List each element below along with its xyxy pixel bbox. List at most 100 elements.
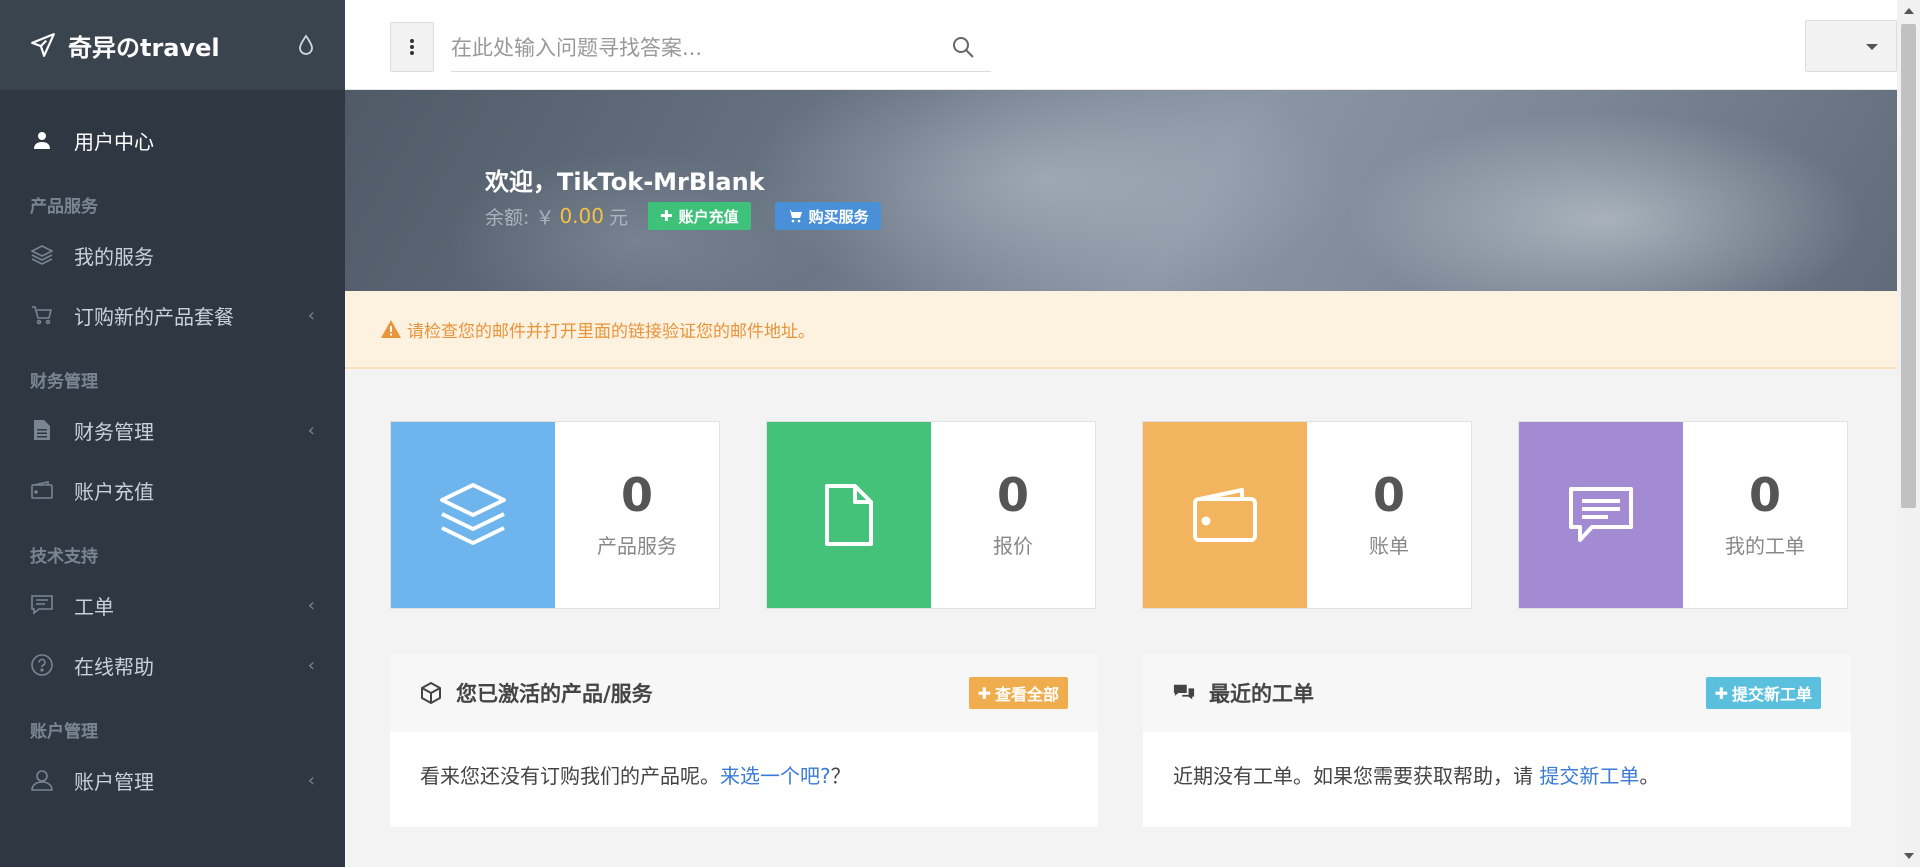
panel-text-suffix: 。 [1639,764,1660,788]
view-all-button[interactable]: ✚ 查看全部 [968,677,1068,709]
chevron-left-icon: ‹ [307,594,315,616]
more-menu-button[interactable] [390,22,434,72]
theme-drop-icon[interactable] [297,34,315,56]
panel-text-suffix: ？ [830,764,851,788]
sidebar-item-label: 在线帮助 [74,654,154,679]
stat-label: 报价 [993,533,1033,558]
stat-value: 0 [996,467,1029,522]
stat-value: 0 [1748,467,1781,522]
sidebar-item-label: 订购新的产品套餐 [74,304,234,329]
stat-icon-block [1143,422,1307,608]
stat-icon-block [1519,422,1683,608]
stat-info: 0 报价 [931,422,1095,608]
panel-body: 看来您还没有订购我们的产品呢。来选一个吧?？ [390,732,1098,817]
sidebar-item-recharge[interactable]: 账户充值 [0,460,345,520]
cart-icon [786,210,802,223]
buy-service-button-label: 购买服务 [808,207,869,226]
plus-icon: ✚ [1714,683,1728,703]
sidebar-item-finance[interactable]: 财务管理 ‹ [0,400,345,460]
stat-icon-block [391,422,555,608]
balance-label: 余额: ￥ [485,206,555,229]
panel-text: 看来您还没有订购我们的产品呢。 [420,764,720,788]
banner-cloud [745,90,1345,291]
panel-text: 近期没有工单。如果您需要获取帮助，请 [1173,764,1540,788]
stat-info: 0 我的工单 [1683,422,1847,608]
stat-value: 0 [620,467,653,522]
stat-card-products[interactable]: 0 产品服务 [390,421,720,609]
sidebar-section-finance: 财务管理 [30,372,98,392]
message-icon [30,593,54,617]
recharge-button-label: 账户充值 [678,207,739,226]
email-verify-alert: 请检查您的邮件并打开里面的链接验证您的邮件地址。 [345,291,1897,369]
search-icon[interactable] [951,35,975,59]
brand-title[interactable]: 奇异のtravel [68,28,297,63]
search-box [451,24,991,72]
chevron-left-icon: ‹ [307,654,315,676]
stat-value: 0 [1372,467,1405,522]
sidebar-item-label: 账户管理 [74,769,154,794]
sidebar-item-label: 账户充值 [74,479,154,504]
balance-unit: 元 [608,206,628,229]
plus-icon: ✚ [660,207,673,225]
chevron-left-icon: ‹ [307,419,315,441]
warning-icon [381,320,401,338]
welcome-text: 欢迎，TikTok-MrBlank [485,168,765,196]
alert-text: 请检查您的邮件并打开里面的链接验证您的邮件地址。 [407,321,815,342]
sidebar-section-support: 技术支持 [30,547,98,567]
banner-cloud [1345,110,1865,291]
stat-label: 我的工单 [1725,533,1805,558]
stat-label: 产品服务 [597,533,677,558]
stat-card-tickets[interactable]: 0 我的工单 [1518,421,1848,609]
buy-service-button[interactable]: 购买服务 [774,202,881,230]
sidebar-item-order-new[interactable]: 订购新的产品套餐 ‹ [0,285,345,345]
panel-body: 近期没有工单。如果您需要获取帮助，请 提交新工单。 [1143,732,1851,817]
panel-title: 您已激活的产品/服务 [456,682,653,706]
chat-icon [1569,487,1633,542]
sidebar-item-label: 财务管理 [74,419,154,444]
sidebar-item-user-center[interactable]: 用户中心 [0,110,345,170]
scrollbar-thumb[interactable] [1901,24,1916,508]
document-icon [825,484,873,546]
brand-bar: 奇异のtravel [0,0,345,90]
help-circle-icon [30,653,54,677]
submit-ticket-button[interactable]: ✚ 提交新工单 [1705,677,1821,709]
comments-icon [1173,684,1195,700]
stat-card-invoices[interactable]: 0 账单 [1142,421,1472,609]
stat-info: 0 账单 [1307,422,1471,608]
stat-card-quotes[interactable]: 0 报价 [766,421,1096,609]
sidebar-section-account: 账户管理 [30,722,98,742]
sidebar-section-products: 产品服务 [30,197,98,217]
scroll-up-icon[interactable] [1904,8,1914,14]
sidebar-item-tickets[interactable]: 工单 ‹ [0,575,345,635]
chevron-left-icon: ‹ [307,304,315,326]
layers-icon [440,483,506,545]
layers-icon [30,243,54,267]
view-all-button-label: 查看全部 [994,685,1059,704]
sidebar-item-label: 工单 [74,594,114,619]
cart-icon [30,303,54,327]
sidebar-item-account[interactable]: 账户管理 ‹ [0,750,345,810]
vertical-dots-icon [410,39,414,55]
submit-ticket-link[interactable]: 提交新工单 [1539,764,1639,788]
recharge-button[interactable]: ✚ 账户充值 [648,202,751,230]
sidebar: 奇异のtravel 用户中心 产品服务 我的服务 订购新的产品套餐 ‹ 财务管理 [0,0,345,867]
sidebar-item-online-help[interactable]: 在线帮助 ‹ [0,635,345,695]
user-icon [30,128,54,152]
plus-icon: ✚ [977,683,991,703]
sidebar-item-label: 用户中心 [74,129,154,154]
file-text-icon [30,418,54,442]
sidebar-item-label: 我的服务 [74,244,154,269]
sidebar-item-my-services[interactable]: 我的服务 [0,225,345,285]
scroll-down-icon[interactable] [1904,853,1914,859]
caret-down-icon [1866,44,1878,50]
balance-row: 余额: ￥ 0.00 元 ✚ 账户充值 购买服务 [485,202,881,230]
sidebar-nav: 用户中心 产品服务 我的服务 订购新的产品套餐 ‹ 财务管理 财务管理 ‹ 账户… [0,90,345,810]
active-services-panel: 您已激活的产品/服务 ✚ 查看全部 看来您还没有订购我们的产品呢。来选一个吧?？ [390,654,1098,827]
recent-tickets-panel: 最近的工单 ✚ 提交新工单 近期没有工单。如果您需要获取帮助，请 提交新工单。 [1143,654,1851,827]
language-dropdown[interactable] [1805,20,1897,72]
search-input[interactable] [451,24,991,71]
page-scrollbar[interactable] [1897,0,1920,867]
stat-label: 账单 [1369,533,1409,558]
choose-product-link[interactable]: 来选一个吧? [720,764,831,788]
paper-plane-icon [31,33,55,57]
